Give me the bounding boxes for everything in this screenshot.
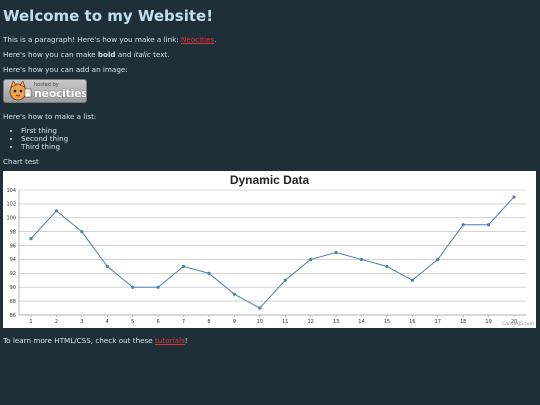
neocities-link[interactable]: Neocities: [181, 35, 214, 44]
data-point: [385, 264, 389, 268]
list-item: Third thing: [21, 143, 68, 151]
data-point: [359, 257, 364, 262]
y-tick-label: 90: [10, 285, 16, 291]
data-point: [131, 285, 135, 289]
data-point: [29, 237, 33, 241]
chart-caption: Chart test: [3, 157, 39, 166]
data-point: [309, 257, 313, 262]
bullet-list: First thing Second thing Third thing: [12, 127, 68, 151]
y-tick-label: 98: [10, 229, 16, 235]
data-point: [334, 250, 338, 255]
data-point: [283, 278, 287, 282]
data-point: [80, 230, 84, 234]
footer-paragraph: To learn more HTML/CSS, check out these …: [3, 336, 188, 345]
x-tick-label: 2: [55, 319, 58, 325]
badge-brand: neocities: [34, 87, 87, 100]
x-tick-label: 9: [233, 319, 236, 325]
x-tick-label: 5: [131, 319, 134, 325]
x-tick-label: 3: [80, 319, 83, 325]
x-tick-label: 11: [282, 319, 288, 325]
x-tick-label: 13: [333, 319, 339, 325]
paragraph-list: Here's how to make a list:: [3, 112, 97, 121]
formatting-text-end: text.: [150, 50, 170, 59]
y-tick-label: 88: [10, 299, 16, 305]
x-tick-label: 15: [384, 319, 390, 325]
footer-text: To learn more HTML/CSS, check out these: [3, 336, 156, 345]
page: Welcome to my Website! This is a paragra…: [0, 0, 540, 405]
y-tick-label: 96: [10, 243, 16, 249]
paragraph-link-text: This is a paragraph! Here's how you make…: [3, 35, 182, 44]
x-tick-label: 14: [358, 319, 364, 325]
formatting-text-mid: and: [115, 50, 134, 59]
x-tick-label: 17: [435, 319, 441, 325]
data-point: [512, 195, 516, 199]
data-point: [258, 306, 262, 310]
data-point: [461, 223, 465, 227]
formatting-text-start: Here's how you can make: [3, 50, 98, 59]
y-tick-label: 86: [10, 313, 16, 319]
chart-title: Dynamic Data: [230, 173, 310, 187]
paragraph-link-end: .: [214, 35, 217, 44]
data-point: [181, 264, 186, 268]
y-tick-label: 102: [6, 202, 16, 208]
data-point: [54, 209, 59, 213]
x-tick-label: 7: [182, 319, 185, 325]
x-tick-label: 12: [307, 319, 313, 325]
data-point: [156, 285, 160, 289]
x-tick-label: 19: [485, 319, 491, 325]
y-tick-label: 94: [10, 257, 16, 263]
cat-mascot-icon: [9, 81, 32, 101]
paragraph-link: This is a paragraph! Here's how you make…: [3, 35, 216, 44]
neocities-badge[interactable]: hosted by neocities: [3, 79, 87, 103]
x-tick-label: 18: [460, 319, 466, 325]
paragraph-formatting: Here's how you can make bold and italic …: [3, 50, 170, 59]
tutorials-link[interactable]: tutorials: [155, 336, 185, 345]
x-tick-label: 4: [106, 319, 109, 325]
footer-text-end: !: [184, 336, 188, 345]
chart-credit[interactable]: CanvasJS.com: [502, 322, 534, 327]
italic-text: italic: [133, 50, 151, 59]
y-tick-label: 92: [10, 271, 16, 277]
page-title: Welcome to my Website!: [3, 7, 214, 25]
x-tick-label: 6: [157, 319, 160, 325]
data-point: [486, 223, 491, 227]
x-tick-label: 1: [29, 319, 32, 325]
x-tick-label: 16: [409, 319, 415, 325]
y-tick-label: 100: [6, 216, 16, 222]
data-point: [232, 292, 236, 296]
data-point: [105, 264, 109, 268]
x-tick-label: 10: [257, 319, 263, 325]
line-chart: Dynamic Data 86 88 90 92 94 96 98 100 102 104 1 2 3 4 5…: [3, 171, 536, 328]
chart-canvas: Dynamic Data868890929496981001021041 2 3 4 5…: [6, 173, 526, 325]
y-tick-label: 104: [6, 188, 16, 194]
series-line: [30, 196, 515, 309]
data-point: [436, 257, 440, 262]
paragraph-image: Here's how you can add an image:: [3, 65, 128, 74]
bold-text: bold: [97, 50, 116, 59]
data-point: [410, 278, 414, 282]
data-point: [207, 271, 211, 275]
x-tick-label: 8: [207, 319, 210, 325]
